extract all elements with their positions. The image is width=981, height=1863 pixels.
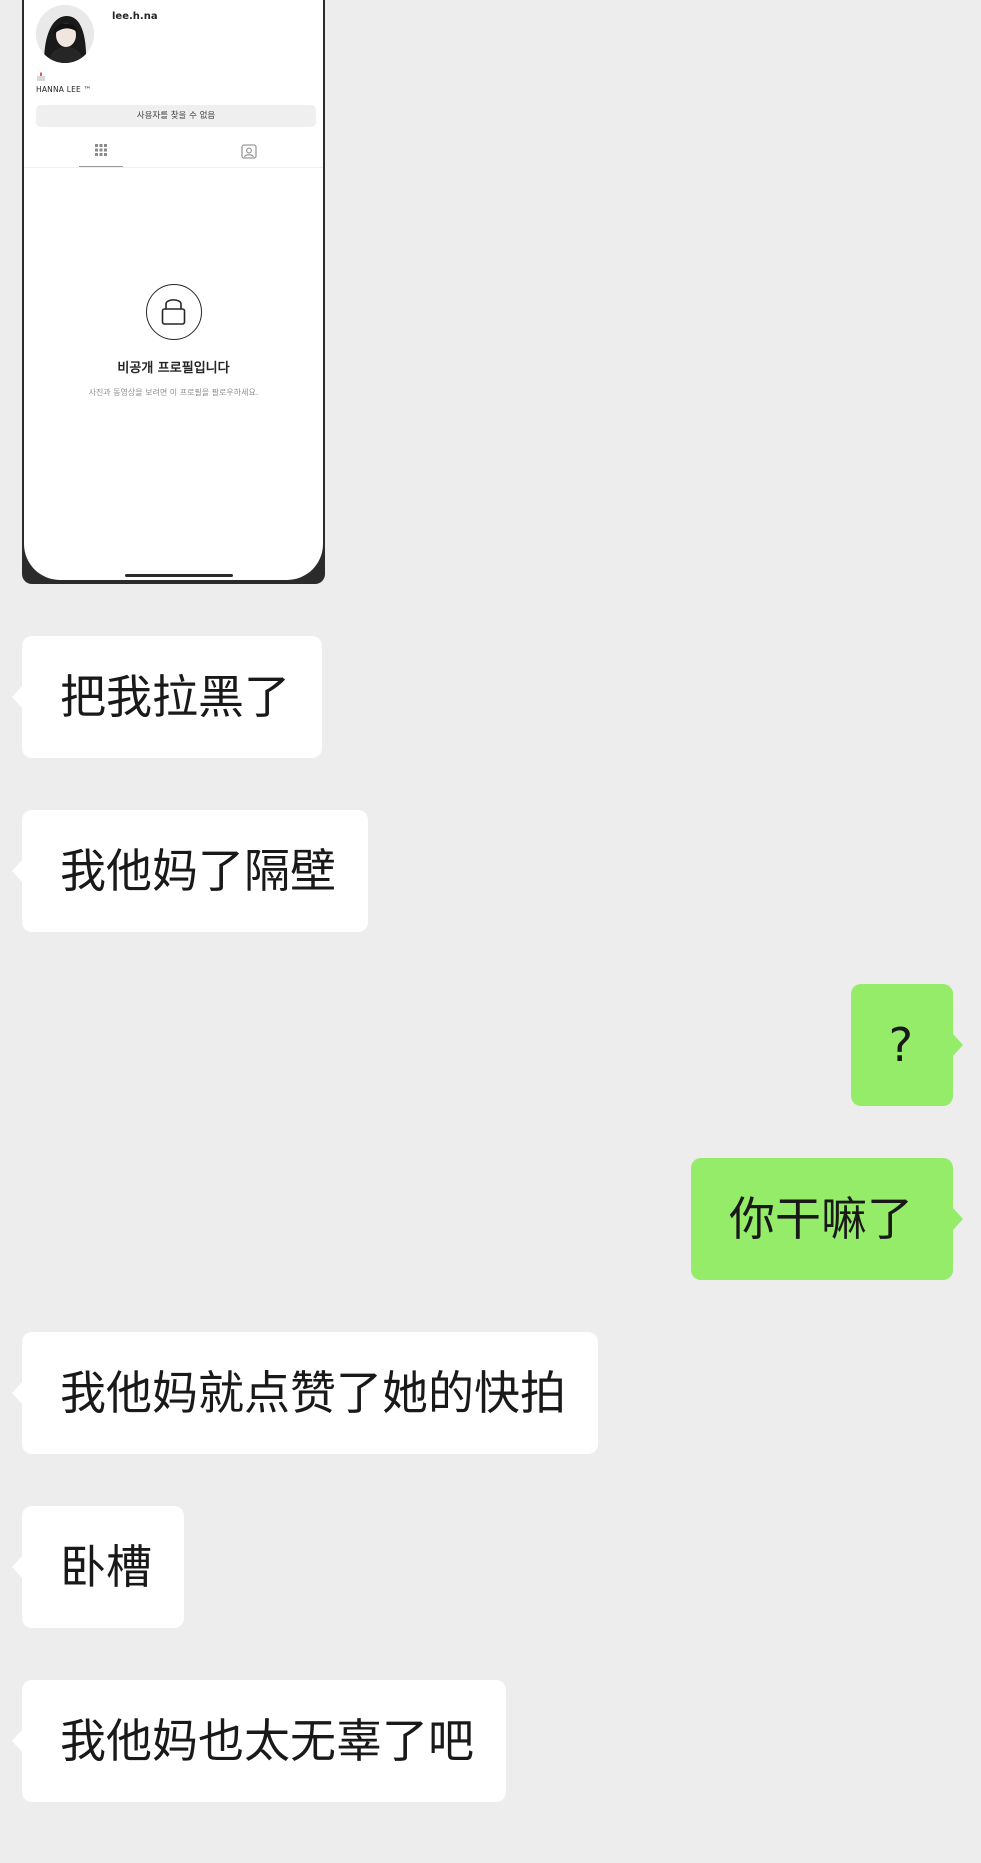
- message-bubble-outgoing[interactable]: 你干嘛了: [691, 1158, 963, 1280]
- message-bubble-incoming[interactable]: 卧槽: [12, 1506, 184, 1628]
- message-bubble-outgoing[interactable]: ?: [850, 984, 964, 1106]
- shared-screenshot-image[interactable]: lee.h.na HANNA LEE ™ 사용자를 찾을 수 없음 비공개 프로…: [22, 0, 325, 584]
- avatar: [36, 5, 94, 63]
- profile-screen: lee.h.na HANNA LEE ™ 사용자를 찾을 수 없음 비공개 프로…: [24, 0, 323, 580]
- message-text: 把我拉黑了: [60, 670, 290, 724]
- grid-icon: [95, 144, 107, 156]
- message-text: 我他妈就点赞了她的快拍: [60, 1366, 566, 1420]
- tagged-icon: [241, 144, 257, 159]
- message-bubble-incoming[interactable]: 我他妈了隔壁: [12, 810, 368, 932]
- message-text: 你干嘛了: [729, 1192, 913, 1246]
- message-text: 我他妈也太无辜了吧: [60, 1714, 474, 1768]
- profile-display-name: HANNA LEE ™: [36, 85, 92, 94]
- message-text: 卧槽: [60, 1540, 152, 1594]
- tab-tagged[interactable]: [238, 141, 260, 163]
- lock-badge: [146, 284, 202, 340]
- chat-view: lee.h.na HANNA LEE ™ 사용자를 찾을 수 없음 비공개 프로…: [0, 0, 981, 1863]
- private-profile-title: 비공개 프로필입니다: [117, 361, 230, 376]
- private-profile-subtitle: 사진과 동영상을 보려면 이 프로필을 팔로우하세요.: [88, 388, 259, 397]
- message-text: 我他妈了隔壁: [60, 844, 336, 898]
- user-not-found-notice[interactable]: 사용자를 찾을 수 없음: [36, 105, 316, 127]
- message-text: ?: [888, 1018, 913, 1072]
- home-indicator: [125, 574, 233, 577]
- tab-posts-grid[interactable]: [79, 138, 123, 168]
- tabs-divider: [24, 167, 323, 168]
- avatar-photo: [36, 5, 94, 63]
- mailbox-icon: [37, 72, 45, 81]
- profile-username: lee.h.na: [112, 11, 158, 22]
- message-bubble-incoming[interactable]: 把我拉黑了: [12, 636, 322, 758]
- lock-icon: [161, 299, 186, 325]
- message-bubble-incoming[interactable]: 我他妈也太无辜了吧: [12, 1680, 506, 1802]
- message-bubble-incoming[interactable]: 我他妈就点赞了她的快拍: [12, 1332, 598, 1454]
